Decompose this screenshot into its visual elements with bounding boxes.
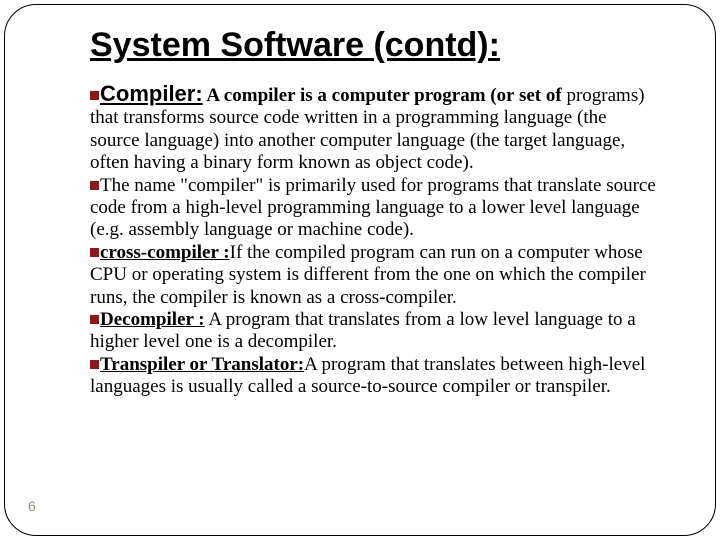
slide-body: Compiler: A compiler is a computer progr… (90, 81, 660, 399)
slide-title: System Software (contd): (90, 26, 660, 65)
bullet-icon (90, 248, 99, 257)
bullet-icon (90, 91, 99, 100)
slide: System Software (contd): Compiler: A com… (0, 0, 720, 540)
compiler-name-text: The name "compiler" is primarily used fo… (90, 175, 656, 241)
page-number: 6 (28, 498, 36, 514)
term-decompiler: Decompiler : (100, 309, 205, 330)
term-transpiler: Transpiler or Translator: (100, 354, 304, 375)
bullet-icon (90, 181, 99, 190)
term-compiler: Compiler: (100, 81, 203, 106)
compiler-lead: A compiler is a computer program (or set… (203, 85, 562, 106)
bullet-icon (90, 315, 99, 324)
term-cross-compiler: cross-compiler : (100, 242, 230, 263)
bullet-icon (90, 360, 99, 369)
